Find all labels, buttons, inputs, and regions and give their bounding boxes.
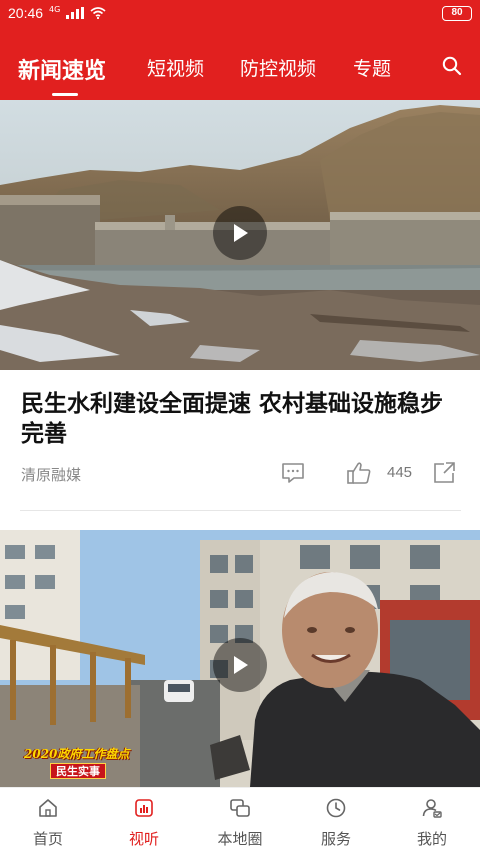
video-caption-overlay: 2020政府工作盘点 民生实事 [24,745,130,781]
nav-home-label: 首页 [32,830,63,848]
caption-title: 2020政府工作盘点 [24,747,130,761]
nav-mine-label: 我的 [416,830,447,848]
user-icon [422,799,442,818]
wifi-icon [90,7,106,20]
thumbs-up-icon[interactable] [346,461,372,485]
nav-audio-video-label: 视听 [128,830,159,848]
nav-home[interactable]: 首页 [8,788,88,853]
nav-mine[interactable]: 我的 [392,788,472,853]
nav-service[interactable]: 服务 [296,788,376,853]
bar-chart-icon [135,799,153,817]
comment-icon[interactable] [281,462,305,484]
battery-indicator: 80 [442,5,472,21]
article-divider [20,510,461,511]
article-meta-row: 清原融媒 445 [0,456,480,492]
article-video-thumbnail[interactable] [0,100,480,370]
clock-icon [326,798,346,818]
article-source: 清原融媒 [21,466,82,484]
nav-local-circle-label: 本地圈 [217,830,263,848]
network-label: 4G [49,5,61,14]
signal-icon [66,7,85,19]
status-time: 20:46 [8,5,44,21]
status-bar: 20:46 4G 80 [0,0,480,26]
article-title[interactable]: 民生水利建设全面提速 农村基础设施稳步完善 [21,389,461,449]
active-tab-indicator [52,93,78,96]
home-icon [39,799,57,817]
search-icon[interactable] [441,55,463,77]
play-icon[interactable] [213,638,267,692]
nav-local-circle[interactable]: 本地圈 [200,788,280,853]
share-icon[interactable] [432,461,456,485]
nav-service-label: 服务 [320,830,351,848]
bottom-nav: 首页 视听 本地圈 服务 我的 [0,787,480,853]
tab-special-topic[interactable]: 专题 [353,54,391,81]
chat-bubbles-icon [230,799,250,817]
tab-news-overview[interactable]: 新闻速览 [18,53,106,85]
like-count: 445 [387,464,413,481]
top-tab-bar: 新闻速览 短视频 防控视频 专题 [0,26,480,100]
nav-audio-video[interactable]: 视听 [104,788,184,853]
tab-short-video[interactable]: 短视频 [147,54,204,81]
tab-prevention-video[interactable]: 防控视频 [240,54,316,81]
play-icon[interactable] [213,206,267,260]
caption-tag: 民生实事 [50,763,106,779]
